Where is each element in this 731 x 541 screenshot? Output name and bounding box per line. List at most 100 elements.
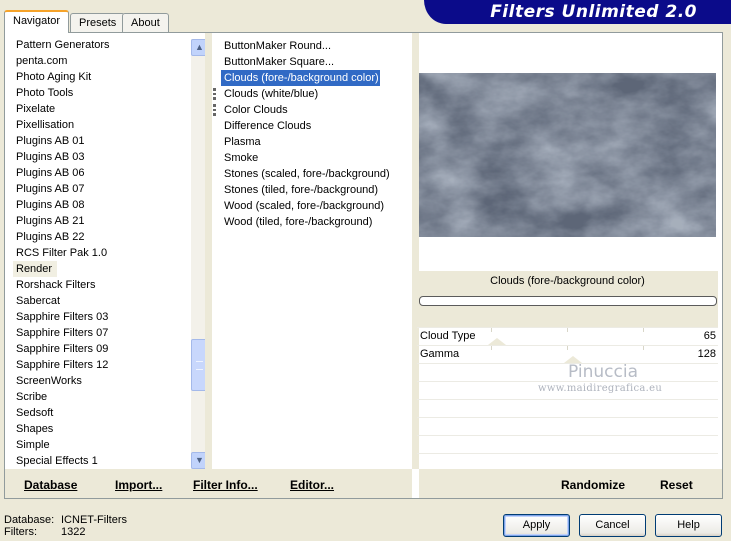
category-item[interactable]: Shapes <box>13 421 191 437</box>
filter-item[interactable]: ButtonMaker Round... <box>221 38 411 54</box>
slider-tick <box>567 346 568 350</box>
category-list[interactable]: Pattern Generators penta.com Photo Aging K… <box>13 37 191 469</box>
filter-info-button[interactable]: Filter Info... <box>193 478 258 492</box>
preview-filter-name: Clouds (fore-/background color) <box>490 275 645 287</box>
category-item[interactable]: Plugins AB 07 <box>13 181 191 197</box>
param-value: 128 <box>697 348 716 360</box>
filter-item[interactable]: Wood (scaled, fore-/background) <box>221 198 411 214</box>
category-item[interactable]: Plugins AB 06 <box>13 165 191 181</box>
category-item[interactable]: Sapphire Filters 09 <box>13 341 191 357</box>
category-item[interactable]: Simple <box>13 437 191 453</box>
filter-item[interactable]: Clouds (white/blue) <box>213 86 411 102</box>
category-item[interactable]: Plugins AB 21 <box>13 213 191 229</box>
watermark-name: Pinuccia <box>568 362 638 382</box>
filter-marker-icon <box>213 104 216 116</box>
filter-item-label: ButtonMaker Square... <box>224 56 335 68</box>
database-button[interactable]: Database <box>24 478 77 492</box>
column-divider <box>205 33 212 469</box>
slider-tick <box>643 346 644 350</box>
category-item[interactable]: Pixellisation <box>13 117 191 133</box>
slider-tick <box>491 346 492 350</box>
status-database: Database: ICNET-Filters <box>4 514 127 526</box>
status-filters: Filters: 1322 <box>4 526 85 538</box>
slider-tick <box>643 328 644 332</box>
category-item[interactable]: Plugins AB 01 <box>13 133 191 149</box>
filter-item[interactable]: Plasma <box>221 134 411 150</box>
filter-item-label: Stones (scaled, fore-/background) <box>224 168 390 180</box>
category-item[interactable]: RCS Filter Pak 1.0 <box>13 245 191 261</box>
app-title: Filters Unlimited 2.0 <box>490 2 697 22</box>
param-label: Gamma <box>420 348 460 360</box>
category-item[interactable]: Sapphire Filters 07 <box>13 325 191 341</box>
status-filters-label: Filters: <box>4 526 37 538</box>
filter-list[interactable]: ButtonMaker Round... ButtonMaker Square..… <box>213 38 411 230</box>
param-label: Cloud Type <box>420 330 476 342</box>
category-item[interactable]: Sapphire Filters 12 <box>13 357 191 373</box>
category-item[interactable]: Pattern Generators <box>13 37 191 53</box>
filter-marker-icon <box>213 88 216 100</box>
help-button[interactable]: Help <box>655 514 722 537</box>
watermark-url: www.maidiregrafica.eu <box>538 383 663 394</box>
category-item[interactable]: Pixelate <box>13 101 191 117</box>
title-banner: Filters Unlimited 2.0 <box>424 0 731 24</box>
param-row-cloud-type[interactable]: Cloud Type 65 <box>417 327 718 345</box>
progress-bar <box>419 296 717 306</box>
filter-item-label: Clouds (white/blue) <box>224 88 319 100</box>
slider-tick <box>491 328 492 332</box>
category-item[interactable]: penta.com <box>13 53 191 69</box>
randomize-button[interactable]: Randomize <box>561 478 625 492</box>
apply-button[interactable]: Apply <box>503 514 570 537</box>
category-item[interactable]: Plugins AB 08 <box>13 197 191 213</box>
editor-button[interactable]: Editor... <box>290 478 334 492</box>
filter-item[interactable]: Stones (scaled, fore-/background) <box>221 166 411 182</box>
filter-item-label: Stones (tiled, fore-/background) <box>224 184 379 196</box>
category-item[interactable]: Plugins AB 22 <box>13 229 191 245</box>
filter-item-label: Difference Clouds <box>224 120 312 132</box>
param-row-gamma[interactable]: Gamma 128 <box>417 345 718 363</box>
filter-item-label: Wood (tiled, fore-/background) <box>224 216 373 228</box>
filter-item-label: ButtonMaker Round... <box>224 40 332 52</box>
filter-item[interactable]: Smoke <box>221 150 411 166</box>
tab-presets[interactable]: Presets <box>70 13 126 32</box>
import-button[interactable]: Import... <box>115 478 162 492</box>
tab-about[interactable]: About <box>122 13 169 32</box>
category-item[interactable]: Special Effects 1 <box>13 453 191 469</box>
filter-item[interactable]: Stones (tiled, fore-/background) <box>221 182 411 198</box>
category-item[interactable]: Sedsoft <box>13 405 191 421</box>
filter-item[interactable]: Wood (tiled, fore-/background) <box>221 214 411 230</box>
category-item[interactable]: Photo Tools <box>13 85 191 101</box>
chevron-up-icon: ▲ <box>195 42 204 52</box>
param-row-empty <box>417 417 718 435</box>
tab-navigator[interactable]: Navigator <box>4 10 70 33</box>
filter-item[interactable]: Clouds (fore-/background color) <box>221 70 380 86</box>
status-filters-value: 1322 <box>61 526 86 538</box>
chevron-down-icon: ▼ <box>195 455 204 465</box>
filter-item-label: Wood (scaled, fore-/background) <box>224 200 384 212</box>
status-database-value: ICNET-Filters <box>61 514 127 526</box>
navigator-panel: Pattern Generators penta.com Photo Aging K… <box>4 32 723 499</box>
filter-item[interactable]: ButtonMaker Square... <box>221 54 411 70</box>
category-item[interactable]: Plugins AB 03 <box>13 149 191 165</box>
slider-thumb[interactable] <box>488 338 506 345</box>
status-database-label: Database: <box>4 514 55 526</box>
parameter-list: Cloud Type 65 Gamma 128 <box>417 327 718 471</box>
reset-button[interactable]: Reset <box>660 478 693 492</box>
param-row-empty <box>417 399 718 417</box>
param-row-empty <box>417 435 718 453</box>
category-item[interactable]: Photo Aging Kit <box>13 69 191 85</box>
filter-preview-image <box>419 73 716 237</box>
filter-item-label: Smoke <box>224 152 259 164</box>
category-item[interactable]: Sabercat <box>13 293 191 309</box>
category-item[interactable]: Sapphire Filters 03 <box>13 309 191 325</box>
param-value: 65 <box>703 330 716 342</box>
filter-item-label: Plasma <box>224 136 261 148</box>
cancel-button[interactable]: Cancel <box>579 514 646 537</box>
category-item[interactable]: ScreenWorks <box>13 373 191 389</box>
filter-item[interactable]: Difference Clouds <box>221 118 411 134</box>
filter-item[interactable]: Color Clouds <box>213 102 411 118</box>
filter-item-label: Clouds (fore-/background color) <box>224 72 379 84</box>
filter-item-label: Color Clouds <box>224 104 288 116</box>
category-item[interactable]: Render <box>13 261 57 277</box>
category-item[interactable]: Rorshack Filters <box>13 277 191 293</box>
category-item[interactable]: Scribe <box>13 389 191 405</box>
